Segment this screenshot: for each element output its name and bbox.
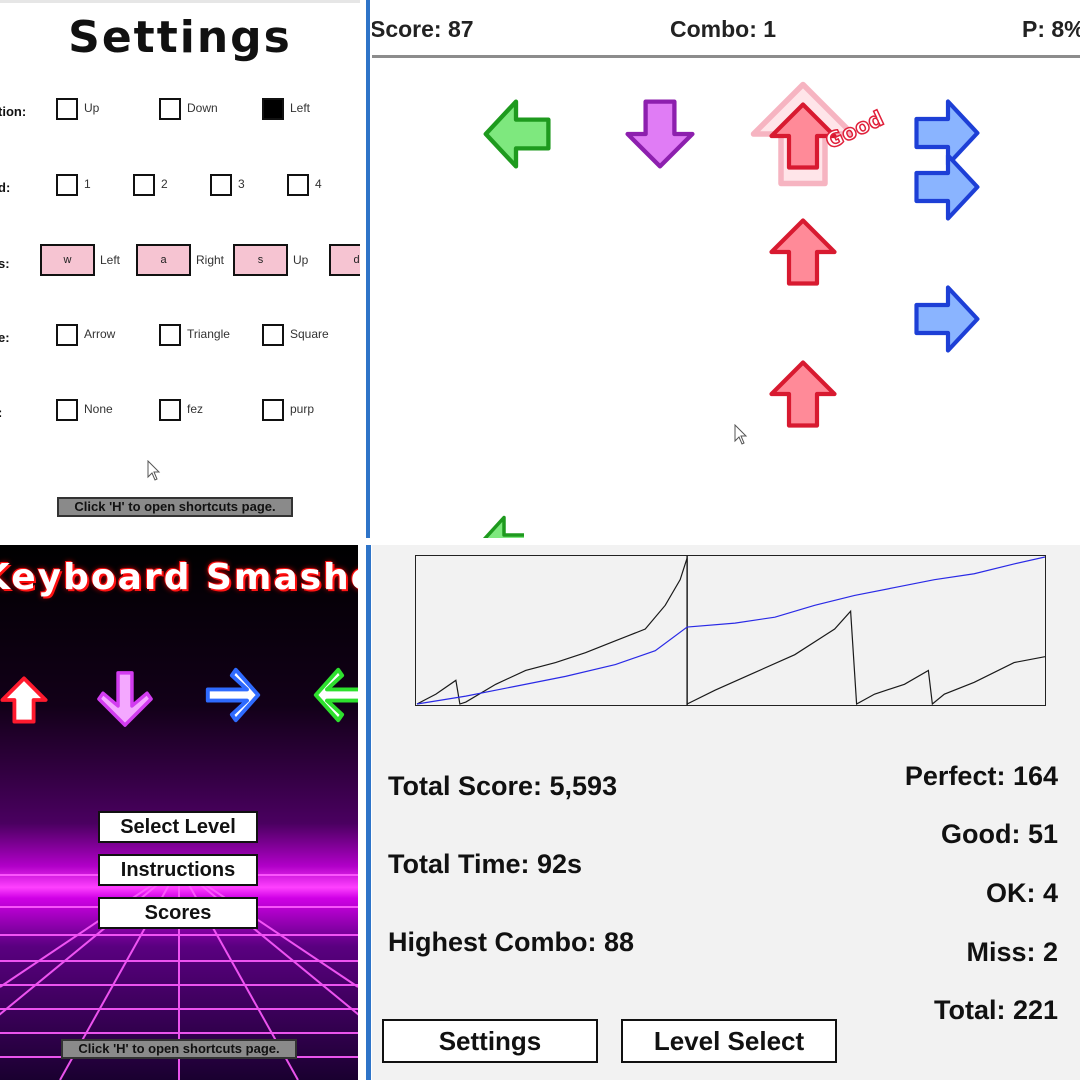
key-input-d[interactable]: d	[329, 244, 360, 276]
checkbox-purp[interactable]	[262, 399, 284, 421]
settings-panel: Settings tion: Up Down Left d: 1 2 3 4 s…	[0, 0, 360, 538]
checkbox-triangle[interactable]	[159, 324, 181, 346]
game-title: Keyboard Smasher	[0, 557, 358, 598]
checkbox-label: None	[84, 402, 113, 416]
checkbox-down[interactable]	[159, 98, 181, 120]
down-arrow-note	[625, 99, 695, 169]
checkbox-label: fez	[187, 402, 204, 416]
settings-row-skin: : None fez purp	[0, 399, 360, 429]
checkbox-label: purp	[290, 402, 315, 416]
checkbox-fez[interactable]	[159, 399, 181, 421]
key-input-w[interactable]: w	[40, 244, 95, 276]
settings-title: Settings	[68, 12, 292, 63]
key-input-s[interactable]: s	[233, 244, 288, 276]
hud-divider	[372, 55, 1080, 58]
highest-combo: Highest Combo: 88	[388, 927, 635, 957]
vertical-divider-top	[366, 0, 370, 538]
total-time: Total Time: 92s	[388, 849, 583, 879]
right-arrow-icon	[205, 667, 261, 723]
left-arrow-icon	[313, 667, 358, 723]
checkbox-arrow[interactable]	[56, 324, 78, 346]
checkbox-label: 2	[161, 177, 168, 191]
up-arrow-note	[769, 360, 837, 428]
settings-button[interactable]: Settings	[382, 1019, 598, 1063]
checkbox-label: Up	[84, 101, 100, 115]
good-count: Good: 51	[940, 819, 1058, 849]
checkbox-label: 1	[84, 177, 91, 191]
top-rule	[0, 0, 360, 3]
key-label: Up	[293, 253, 309, 267]
vertical-divider-bottom	[366, 545, 371, 1080]
left-arrow-note-entering	[482, 515, 524, 538]
right-arrow-note	[914, 285, 980, 353]
instructions-button[interactable]: Instructions	[98, 854, 258, 886]
left-arrow-note	[483, 99, 551, 169]
checkbox-up[interactable]	[56, 98, 78, 120]
total-score: Total Score: 5,593	[388, 771, 618, 801]
checkbox-4[interactable]	[287, 174, 309, 196]
results-panel: Total Score: 5,593 Total Time: 92s Highe…	[372, 545, 1080, 1080]
shortcut-hint: Click 'H' to open shortcuts page.	[57, 497, 293, 517]
checkbox-none[interactable]	[56, 399, 78, 421]
checkbox-label: 3	[238, 177, 245, 191]
ok-count: OK: 4	[985, 878, 1058, 908]
up-arrow-note	[769, 218, 837, 286]
checkbox-square[interactable]	[262, 324, 284, 346]
checkbox-label: Down	[187, 101, 218, 115]
down-arrow-icon	[97, 671, 153, 727]
mouse-cursor-icon	[147, 460, 161, 481]
checkbox-label: Triangle	[187, 327, 230, 341]
mouse-cursor-icon	[734, 424, 748, 445]
progress-readout: P: 8%	[1022, 16, 1080, 42]
right-arrow-note	[914, 153, 980, 221]
settings-row-shape: e: Arrow Triangle Square	[0, 324, 360, 354]
checkbox-1[interactable]	[56, 174, 78, 196]
up-arrow-icon	[0, 676, 48, 724]
checkbox-3[interactable]	[210, 174, 232, 196]
score-readout: Score: 87	[372, 16, 474, 42]
scores-button[interactable]: Scores	[98, 897, 258, 929]
shortcut-hint: Click 'H' to open shortcuts page.	[61, 1039, 297, 1059]
performance-graph	[415, 555, 1046, 706]
checkbox-label: 4	[315, 177, 322, 191]
row-label: s:	[0, 256, 10, 271]
total-count: Total: 221	[933, 995, 1058, 1025]
checkbox-label: Left	[290, 101, 311, 115]
settings-row-speed: d: 1 2 3 4	[0, 174, 360, 204]
checkbox-left[interactable]	[262, 98, 284, 120]
row-label: tion:	[0, 104, 27, 119]
key-input-a[interactable]: a	[136, 244, 191, 276]
gameplay-panel: Score: 87 Combo: 1 P: 8% Good	[372, 0, 1080, 538]
combo-readout: Combo: 1	[670, 16, 777, 42]
main-menu-panel: Keyboard Smasher Se	[0, 545, 358, 1080]
miss-count: Miss: 2	[966, 937, 1058, 967]
key-label: Left	[100, 253, 121, 267]
checkbox-2[interactable]	[133, 174, 155, 196]
settings-row-direction: tion: Up Down Left	[0, 98, 360, 128]
perfect-count: Perfect: 164	[904, 761, 1058, 791]
select-level-button[interactable]: Select Level	[98, 811, 258, 843]
row-label: d:	[0, 180, 11, 195]
settings-row-keys: s: w Left a Right s Up d	[0, 244, 360, 280]
level-select-button[interactable]: Level Select	[621, 1019, 837, 1063]
checkbox-label: Square	[290, 327, 329, 341]
checkbox-label: Arrow	[84, 327, 116, 341]
row-label: :	[0, 405, 2, 420]
row-label: e:	[0, 330, 10, 345]
key-label: Right	[196, 253, 225, 267]
